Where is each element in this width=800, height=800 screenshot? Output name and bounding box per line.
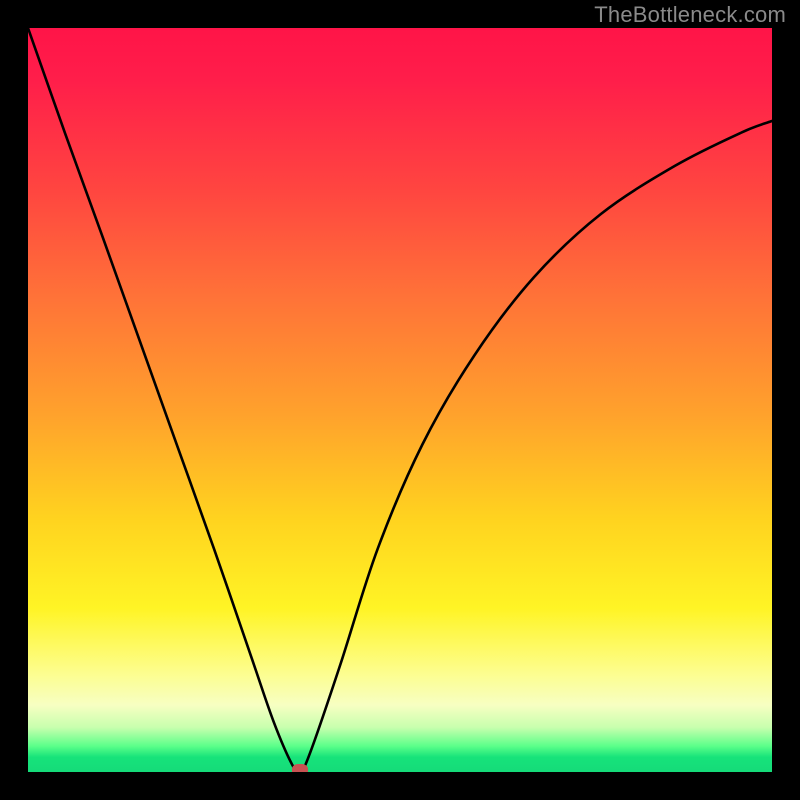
- chart-frame: TheBottleneck.com: [0, 0, 800, 800]
- bottleneck-curve: [28, 28, 772, 772]
- minimum-marker: [292, 764, 308, 772]
- watermark-text: TheBottleneck.com: [594, 2, 786, 28]
- plot-area: [28, 28, 772, 772]
